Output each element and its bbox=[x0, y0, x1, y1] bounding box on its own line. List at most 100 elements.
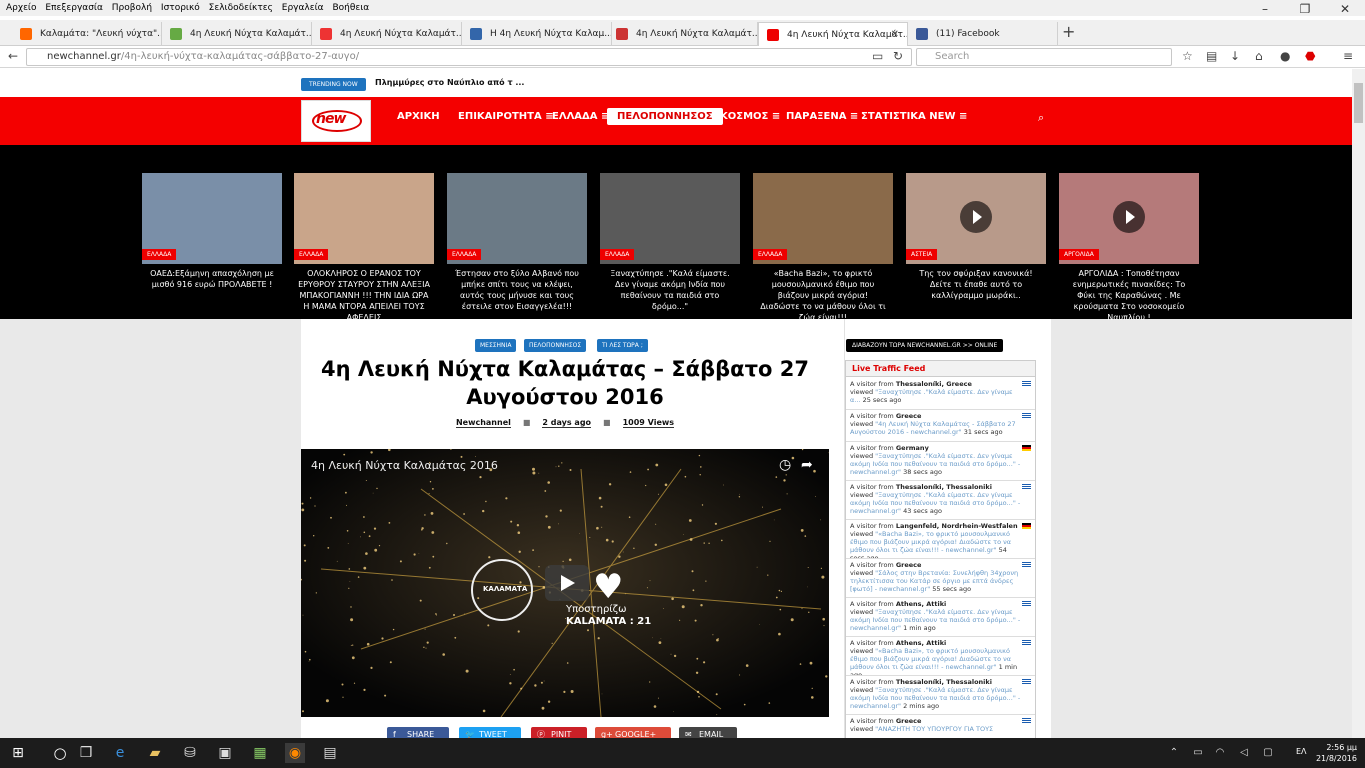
browser-tab[interactable]: Η 4η Λευκή Νύχτα Καλαμ... bbox=[462, 22, 612, 46]
card-caption[interactable]: ΑΡΓΟΛΙΔΑ : Τοποθέτησαν ενημερωτικές πινα… bbox=[1059, 268, 1199, 323]
card-image[interactable]: ΕΛΛΑΔΑ bbox=[142, 173, 282, 264]
nav-world[interactable]: ΚΟΣΜΟΣ ≡ bbox=[720, 111, 780, 122]
card-category[interactable]: ΕΛΛΑΔΑ bbox=[447, 249, 482, 260]
nav-strange[interactable]: ΠΑΡΑΞΕΝΑ ≡ bbox=[786, 111, 858, 122]
feed-link[interactable]: "ΑΝΑΖΗΤΗ ΤΟΥ ΥΠΟΥΡΓΟΥ ΓΙΑ ΤΟΥΣ bbox=[875, 725, 993, 733]
card-image[interactable]: ΕΛΛΑΔΑ bbox=[600, 173, 740, 264]
featured-card[interactable]: ΑΣΤΕΙΑ Της τον σφύριξαν κανονικά! Δείτε τ… bbox=[906, 173, 1046, 318]
browser-tab[interactable]: 4η Λευκή Νύχτα Καλαμάτ... ✕ bbox=[758, 22, 908, 46]
reader-icon[interactable]: ▭ bbox=[872, 49, 883, 63]
task-view-icon[interactable]: ❒ bbox=[76, 743, 96, 763]
featured-card[interactable]: ΕΛΛΑΔΑ «Bacha Bazi», το φρικτό μουσουλμαν… bbox=[753, 173, 893, 322]
browser-tab[interactable]: 4η Λευκή Νύχτα Καλαμάτ... bbox=[312, 22, 462, 46]
card-category[interactable]: ΕΛΛΑΔΑ bbox=[142, 249, 177, 260]
language-indicator[interactable]: ΕΛ bbox=[1296, 747, 1307, 756]
new-tab-icon[interactable]: + bbox=[1062, 22, 1075, 41]
card-category[interactable]: ΑΡΓΟΛΙΔΑ bbox=[1059, 249, 1099, 260]
article-date[interactable]: 2 days ago bbox=[542, 418, 592, 428]
chat-icon[interactable]: ● bbox=[1280, 49, 1290, 63]
card-image[interactable]: ΑΣΤΕΙΑ bbox=[906, 173, 1046, 264]
media-icon[interactable]: ▣ bbox=[215, 743, 235, 763]
play-icon[interactable] bbox=[1113, 201, 1145, 233]
featured-card[interactable]: ΑΡΓΟΛΙΔΑ ΑΡΓΟΛΙΔΑ : Τοποθέτησαν ενημερωτι… bbox=[1059, 173, 1199, 322]
featured-card[interactable]: ΕΛΛΑΔΑ Ξαναχτύπησε ."Καλά είμαστε. Δεν γί… bbox=[600, 173, 740, 318]
browser-tab[interactable]: 4η Λευκή Νύχτα Καλαμάτ... bbox=[162, 22, 312, 46]
share-button-email[interactable]: ✉ EMAIL bbox=[679, 727, 737, 738]
share-button-google[interactable]: g+ GOOGLE+ bbox=[595, 727, 671, 738]
article-author[interactable]: Newchannel bbox=[455, 418, 511, 428]
featured-card[interactable]: ΕΛΛΑΔΑ ΟΛΟΚΛΗΡΟΣ Ο ΕΡΑΝΟΣ ΤΟΥ ΕΡΥΘΡΟΥ ΣΤΑ… bbox=[294, 173, 434, 322]
nav-statistics[interactable]: ΣΤΑΤΙΣΤΙΚΑ NEW ≡ bbox=[861, 111, 967, 122]
search-input[interactable]: Search bbox=[916, 48, 1172, 66]
card-caption[interactable]: ΟΛΟΚΛΗΡΟΣ Ο ΕΡΑΝΟΣ ΤΟΥ ΕΡΥΘΡΟΥ ΣΤΑΥΡΟΥ Σ… bbox=[294, 268, 434, 323]
close-icon[interactable]: ✕ bbox=[1325, 0, 1365, 18]
menu-bookmarks[interactable]: Σελιδοδείκτες bbox=[203, 0, 273, 13]
feed-item[interactable]: A visitor from Athens, Attiki viewed "Ξαν… bbox=[846, 598, 1035, 637]
network-icon[interactable]: ▭ bbox=[1188, 743, 1208, 763]
notification-icon[interactable]: ▢ bbox=[1258, 743, 1278, 763]
minimize-icon[interactable]: – bbox=[1245, 0, 1285, 18]
site-logo[interactable]: new bbox=[301, 100, 371, 142]
search-icon[interactable]: ⌕ bbox=[1038, 111, 1044, 125]
browser-tab[interactable]: Καλαμάτα: "Λευκή νύχτα"... bbox=[12, 22, 162, 46]
share-arrow-icon[interactable]: ➦ bbox=[801, 457, 813, 473]
wifi-icon[interactable]: ◠ bbox=[1210, 743, 1230, 763]
url-bar[interactable]: newchannel.gr/4η-λευκή-νύχτα-καλαμάτας-σ… bbox=[26, 48, 912, 66]
watch-later-icon[interactable]: ◷ bbox=[779, 457, 791, 473]
adblock-icon[interactable]: ⬣ bbox=[1305, 49, 1315, 63]
play-icon[interactable] bbox=[960, 201, 992, 233]
download-icon[interactable]: ↓ bbox=[1230, 49, 1240, 63]
restore-icon[interactable]: ❐ bbox=[1285, 0, 1325, 18]
back-icon[interactable]: ← bbox=[8, 49, 18, 63]
card-caption[interactable]: «Bacha Bazi», το φρικτό μουσουλμανικό έθ… bbox=[753, 268, 893, 323]
video-play-button[interactable] bbox=[545, 565, 589, 601]
menu-tools[interactable]: Εργαλεία bbox=[276, 0, 324, 13]
feed-item[interactable]: A visitor from Thessaloníki, Thessalonik… bbox=[846, 481, 1035, 520]
card-category[interactable]: ΕΛΛΑΔΑ bbox=[600, 249, 635, 260]
featured-card[interactable]: ΕΛΛΑΔΑ ΟΑΕΔ:Εξάμηνη απασχόληση με μισθό 9… bbox=[142, 173, 282, 318]
taskbar-search-icon[interactable]: ○ bbox=[40, 738, 80, 768]
card-category[interactable]: ΑΣΤΕΙΑ bbox=[906, 249, 938, 260]
share-button-pinit[interactable]: ⓟ PINIT bbox=[531, 727, 587, 738]
feed-item[interactable]: A visitor from Thessaloníki, Thessalonik… bbox=[846, 676, 1035, 715]
feed-item[interactable]: A visitor from Thessaloníki, Greece viewe… bbox=[846, 378, 1035, 410]
browser-tab[interactable]: (11) Facebook bbox=[908, 22, 1058, 46]
card-category[interactable]: ΕΛΛΑΔΑ bbox=[753, 249, 788, 260]
tag-messinia[interactable]: ΜΕΣΣΗΝΙΑ bbox=[475, 339, 517, 352]
clock[interactable]: 2:56 μμ 21/8/2016 bbox=[1316, 742, 1357, 764]
card-caption[interactable]: ΟΑΕΔ:Εξάμηνη απασχόληση με μισθό 916 ευρ… bbox=[142, 268, 282, 290]
video-player[interactable]: 4η Λευκή Νύχτα Καλαμάτας 2016 ◷ ➦ ΚΑΛΑΜΑ… bbox=[301, 449, 829, 717]
featured-card[interactable]: ΕΛΛΑΔΑ Έστησαν στο ξύλο Αλβανό που μπήκε … bbox=[447, 173, 587, 318]
hamburger-menu-icon[interactable]: ≡ bbox=[1343, 49, 1353, 63]
firefox-icon[interactable]: ◉ bbox=[285, 743, 305, 763]
tray-up-icon[interactable]: ⌃ bbox=[1164, 743, 1184, 763]
card-caption[interactable]: Της τον σφύριξαν κανονικά! Δείτε τι έπαθ… bbox=[906, 268, 1046, 301]
card-category[interactable]: ΕΛΛΑΔΑ bbox=[294, 249, 329, 260]
nav-current-affairs[interactable]: ΕΠΙΚΑΙΡΟΤΗΤΑ ≡ bbox=[458, 111, 554, 122]
browser-tab[interactable]: 4η Λευκή Νύχτα Καλαμάτ... bbox=[608, 22, 758, 46]
feed-item[interactable]: A visitor from Greece viewed "Σάλος στην … bbox=[846, 559, 1035, 598]
menu-history[interactable]: Ιστορικό bbox=[155, 0, 200, 13]
card-caption[interactable]: Έστησαν στο ξύλο Αλβανό που μπήκε σπίτι … bbox=[447, 268, 587, 312]
home-icon[interactable]: ⌂ bbox=[1255, 49, 1263, 63]
feed-item[interactable]: A visitor from Langenfeld, Nordrhein-Wes… bbox=[846, 520, 1035, 559]
card-image[interactable]: ΕΛΛΑΔΑ bbox=[753, 173, 893, 264]
menu-help[interactable]: Βοήθεια bbox=[326, 0, 369, 13]
feed-link[interactable]: "«Bacha Bazi», το φρικτό μουσουλμανικό έ… bbox=[850, 530, 1011, 554]
feed-item[interactable]: A visitor from Greece viewed "ΑΝΑΖΗΤΗ ΤΟΥ… bbox=[846, 715, 1035, 738]
card-caption[interactable]: Ξαναχτύπησε ."Καλά είμαστε. Δεν γίναμε α… bbox=[600, 268, 740, 312]
document-icon[interactable]: ▤ bbox=[320, 743, 340, 763]
feed-item[interactable]: A visitor from Athens, Attiki viewed "«Ba… bbox=[846, 637, 1035, 676]
feed-item[interactable]: A visitor from Germany viewed "Ξαναχτύπησ… bbox=[846, 442, 1035, 481]
app-icon[interactable]: ▦ bbox=[250, 743, 270, 763]
trending-headline[interactable]: Πλημμύρες στο Ναύπλιο από τ ... bbox=[375, 78, 524, 87]
library-icon[interactable]: ▤ bbox=[1206, 49, 1217, 63]
menu-file[interactable]: Αρχείο bbox=[0, 0, 37, 13]
nav-home[interactable]: ΑΡΧΙΚΗ bbox=[397, 111, 440, 122]
menu-view[interactable]: Προβολή bbox=[106, 0, 152, 13]
card-image[interactable]: ΑΡΓΟΛΙΔΑ bbox=[1059, 173, 1199, 264]
volume-icon[interactable]: ◁ bbox=[1234, 743, 1254, 763]
page-scrollbar[interactable] bbox=[1352, 69, 1365, 738]
share-button-share[interactable]: f SHARE bbox=[387, 727, 449, 738]
bookmark-star-icon[interactable]: ☆ bbox=[1182, 49, 1193, 63]
